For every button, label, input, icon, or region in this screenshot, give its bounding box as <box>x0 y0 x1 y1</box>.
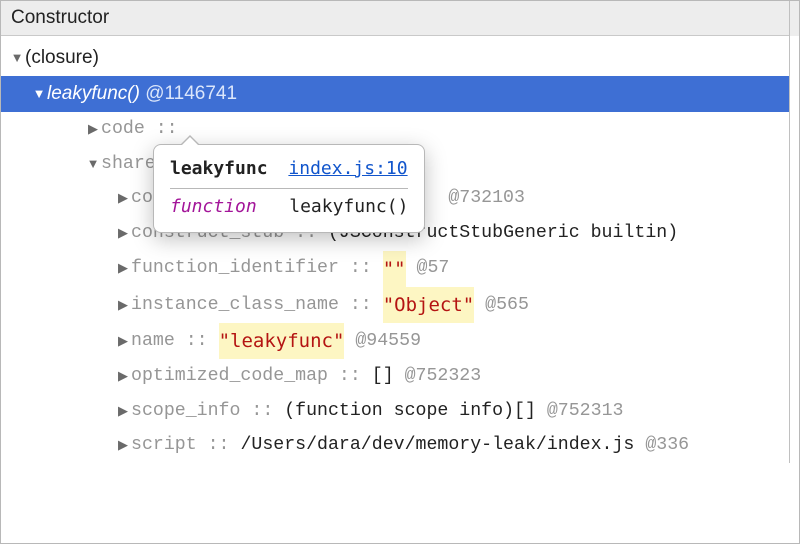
disclosure-triangle-icon[interactable] <box>85 152 101 177</box>
object-id: @732103 <box>448 181 525 216</box>
tree-value: /Users/dara/dev/memory-leak/index.js <box>240 428 634 463</box>
tree-label: (closure) <box>25 40 99 76</box>
disclosure-triangle-icon[interactable] <box>9 46 25 71</box>
disclosure-triangle-icon[interactable] <box>115 433 131 458</box>
tree-label: leakyfunc() <box>47 76 140 112</box>
tree-row-scope-info[interactable]: scope_info :: (function scope info)[] @7… <box>1 394 799 429</box>
tree-row-name[interactable]: name :: "leakyfunc" @94559 <box>1 323 799 359</box>
column-divider[interactable] <box>789 36 799 463</box>
tree-row-instance-class-name[interactable]: instance_class_name :: "Object" @565 <box>1 287 799 323</box>
tree-row-leakyfunc[interactable]: leakyfunc() @1146741 <box>1 76 799 112</box>
tree-key: code <box>101 112 145 147</box>
disclosure-triangle-icon[interactable] <box>31 82 47 107</box>
disclosure-triangle-icon[interactable] <box>115 399 131 424</box>
tree-value: "leakyfunc" <box>219 323 345 359</box>
object-id: @752313 <box>547 394 624 429</box>
tooltip-signature: leakyfunc() <box>289 196 408 217</box>
column-divider[interactable] <box>789 1 799 36</box>
tooltip-function-name: leakyfunc <box>170 158 268 179</box>
object-id: @94559 <box>355 324 421 359</box>
tooltip-keyword: function <box>170 196 257 217</box>
disclosure-triangle-icon[interactable] <box>115 256 131 281</box>
function-tooltip: leakyfunc index.js:10 function leakyfunc… <box>153 144 425 233</box>
tree-row-script[interactable]: script :: /Users/dara/dev/memory-leak/in… <box>1 428 799 463</box>
column-header-row: Constructor <box>1 1 799 36</box>
object-id: @336 <box>645 428 689 463</box>
tree-value: [] <box>372 359 394 394</box>
tree-key: function_identifier <box>131 251 339 286</box>
disclosure-triangle-icon[interactable] <box>115 364 131 389</box>
disclosure-triangle-icon[interactable] <box>115 329 131 354</box>
disclosure-triangle-icon[interactable] <box>85 117 101 142</box>
tree-key: instance_class_name <box>131 288 339 323</box>
disclosure-triangle-icon[interactable] <box>115 186 131 211</box>
object-id: @752323 <box>405 359 482 394</box>
object-id: @57 <box>417 251 450 286</box>
tree-key: scope_info <box>131 394 240 429</box>
tree-value: (function scope info)[] <box>284 394 536 429</box>
disclosure-triangle-icon[interactable] <box>115 293 131 318</box>
tree-row-closure[interactable]: (closure) <box>1 40 799 76</box>
tree-key: script <box>131 428 197 463</box>
column-header-constructor[interactable]: Constructor <box>1 1 799 36</box>
tree-value: "" <box>383 251 406 287</box>
object-id: @565 <box>485 288 529 323</box>
tree-row-function-identifier[interactable]: function_identifier :: "" @57 <box>1 251 799 287</box>
tree-row-optimized-code-map[interactable]: optimized_code_map :: [] @752323 <box>1 359 799 394</box>
tree-key: name <box>131 324 175 359</box>
heap-tree: (closure) leakyfunc() @1146741 code :: s… <box>1 36 799 463</box>
tree-sep: :: <box>156 112 178 147</box>
tree-row-code[interactable]: code :: <box>1 112 799 147</box>
tooltip-source-link[interactable]: index.js:10 <box>288 158 407 179</box>
tree-key: optimized_code_map <box>131 359 328 394</box>
disclosure-triangle-icon[interactable] <box>115 221 131 246</box>
tree-value: "Object" <box>383 287 475 323</box>
object-id: @1146741 <box>145 76 237 112</box>
